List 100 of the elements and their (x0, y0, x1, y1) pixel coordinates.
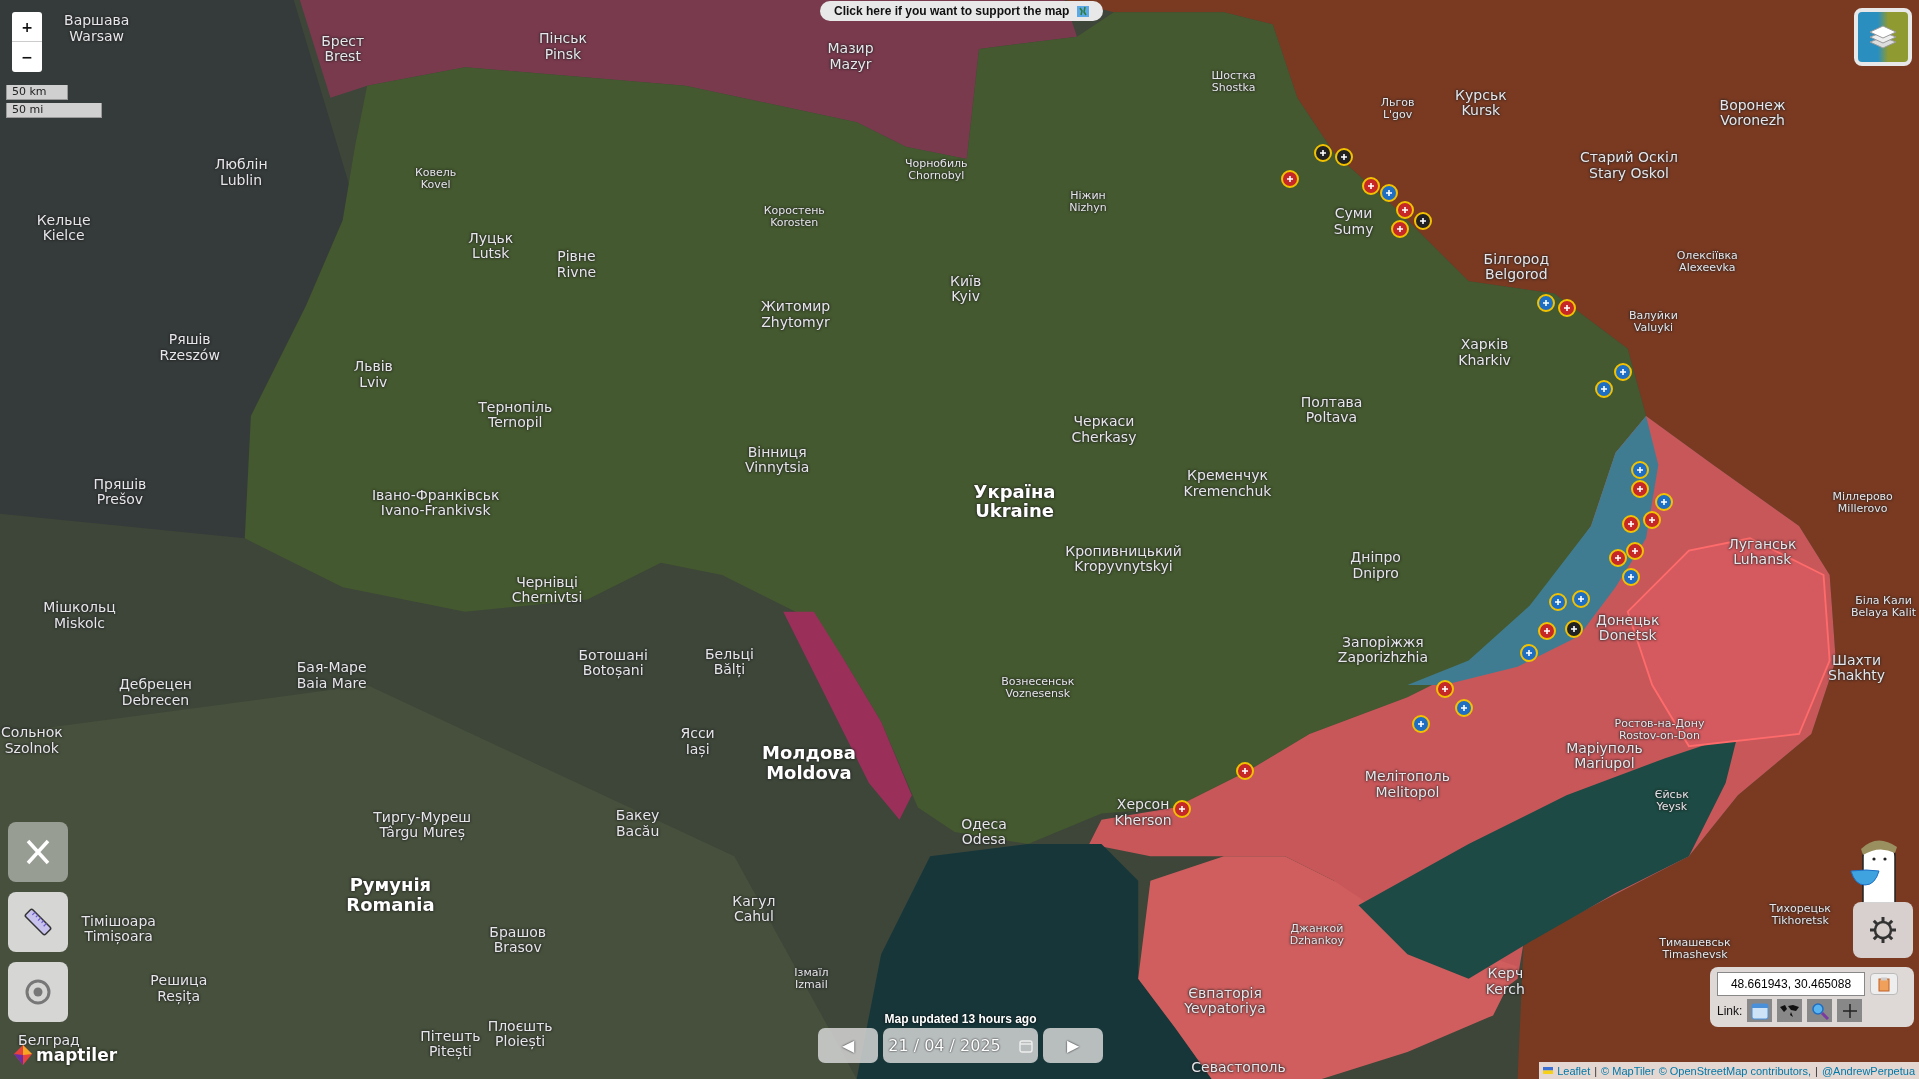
crosshair-link-button[interactable] (1837, 999, 1863, 1022)
place-name-english: Korosten (770, 216, 819, 229)
place-name: Рівне (557, 248, 596, 265)
place-name: Ковель (415, 166, 457, 179)
place-name-english: Baia Mare (296, 675, 367, 691)
place-name: Варшава (64, 12, 130, 29)
place-name: Кагул (732, 893, 776, 909)
place-name-english: Voznesensk (1005, 687, 1071, 700)
zoom-in-button[interactable]: + (12, 12, 42, 42)
attribution-link[interactable]: © OpenStreetMap contributors, (1658, 1064, 1812, 1077)
place-name: Кропивницький (1065, 543, 1182, 560)
calendar-icon (1018, 1038, 1033, 1053)
place-name: Джанкой (1290, 922, 1344, 935)
place-name-english: Ternopil (488, 414, 543, 431)
place-name-english: Cahul (733, 908, 774, 925)
settings-icon (1868, 915, 1898, 945)
place-name-english: Yeysk (1656, 801, 1688, 814)
place-name-english: L'gov (1382, 108, 1413, 121)
place-name-english: Warsaw (69, 28, 124, 44)
place-name: Луцьк (468, 230, 514, 246)
flag-icon (1543, 1067, 1554, 1074)
place-name: Львів (353, 358, 393, 375)
zoom-out-button[interactable]: − (12, 42, 42, 72)
place-name-english: Odesa (961, 831, 1007, 848)
link-label: Link: (1717, 1003, 1743, 1018)
layers-icon (1868, 23, 1898, 51)
settings-button[interactable] (1853, 902, 1913, 958)
coordinates-field[interactable]: 48.661943, 30.465088 (1717, 972, 1865, 996)
place-name-english: Melitopol (1375, 784, 1440, 800)
layers-button[interactable] (1854, 8, 1912, 66)
attribution-link[interactable]: @AndrewPerpetua (1821, 1064, 1915, 1077)
place-name: Олексіївка (1676, 249, 1738, 262)
place-name-english: Timișoara (84, 928, 153, 944)
place-name-english: Ploiești (495, 1033, 546, 1050)
place-name: Єйськ (1654, 789, 1689, 802)
target-icon (24, 978, 52, 1006)
place-name: Дніпро (1350, 549, 1401, 566)
place-name-english: Chornobyl (908, 170, 965, 183)
place-name: Міллерово (1832, 490, 1893, 503)
place-name-english: Dnipro (1352, 565, 1399, 581)
place-name-english: Lutsk (472, 245, 510, 262)
place-name: Одеса (961, 816, 1007, 832)
place-name-english: Botoșani (582, 663, 644, 679)
scale-bar-metric: 50 km (6, 85, 68, 100)
place-name-english: Zhytomyr (761, 314, 830, 330)
place-name: Тимашевськ (1659, 937, 1731, 950)
place-name-english: Kielce (42, 227, 85, 243)
attribution-link[interactable]: © MapTiler (1601, 1064, 1655, 1077)
place-name: Тімішоара (81, 913, 156, 929)
place-name-english: Bacău (615, 823, 660, 839)
place-name: Решица (150, 973, 208, 989)
place-name-english: Prešov (96, 491, 144, 508)
place-name: Белград (18, 1033, 80, 1049)
place-name: Ботошані (578, 647, 648, 664)
place-name-english: Rzeszów (159, 347, 220, 363)
place-name: Люблін (214, 157, 268, 173)
place-name: Харків (1460, 336, 1509, 353)
place-name: Тиргу-Муреш (373, 809, 472, 825)
support-banner[interactable]: Click here if you want to support the map (820, 1, 1104, 21)
place-name-english: Yevpatoriya (1184, 1000, 1266, 1017)
map-drawing[interactable] (0, 0, 1919, 1079)
place-name-english: Kharkiv (1458, 352, 1511, 368)
place-name: Шахти (1832, 652, 1882, 668)
place-name: Євпаторія (1188, 985, 1262, 1001)
attribution-separator: | (1815, 1064, 1818, 1077)
place-name-english: Lublin (220, 172, 263, 188)
place-name: Запоріжжя (1342, 634, 1424, 650)
place-name-english: Poltava (1305, 409, 1358, 426)
plus-icon (1841, 1002, 1858, 1019)
next-day-button[interactable]: ▶ (1043, 1028, 1103, 1063)
place-name: Бельці (705, 646, 754, 662)
x-share-button[interactable] (8, 822, 68, 882)
locate-button[interactable] (8, 962, 68, 1022)
place-name: Румунія (349, 875, 432, 896)
place-name-english: Kyiv (951, 288, 980, 305)
place-name: Херсон (1116, 796, 1170, 813)
attribution-link[interactable]: Leaflet (1557, 1064, 1591, 1077)
place-name-english: Pinsk (544, 46, 582, 62)
calendar-icon (1750, 1001, 1769, 1020)
place-name-english: Bălți (713, 661, 746, 678)
copy-button[interactable] (1870, 973, 1898, 995)
place-name-english: Stary Oskol (1589, 165, 1669, 181)
map-link-button[interactable] (1777, 999, 1803, 1022)
place-name: Курськ (1455, 87, 1507, 103)
place-name-english: Belaya Kalit (1851, 606, 1916, 619)
place-name: Кельце (36, 212, 91, 228)
place-name-english: Shakhty (1828, 667, 1886, 684)
search-link-button[interactable] (1807, 999, 1833, 1022)
place-name: Ясси (680, 725, 715, 742)
place-name-english: Lviv (359, 374, 388, 390)
place-name: Коростень (763, 204, 825, 217)
measure-button[interactable] (8, 892, 68, 952)
place-name-english: Brasov (493, 939, 542, 955)
place-name: Мелітополь (1364, 768, 1450, 785)
place-name-english: Shostka (1211, 81, 1256, 95)
place-name: Пітешть (420, 1028, 481, 1044)
place-name-english: Reșița (157, 988, 201, 1004)
place-name: Івано-Франківськ (372, 487, 500, 503)
date-field[interactable]: 21 / 04 / 2025 (883, 1028, 1038, 1063)
place-name-english: Mariupol (1574, 756, 1635, 772)
